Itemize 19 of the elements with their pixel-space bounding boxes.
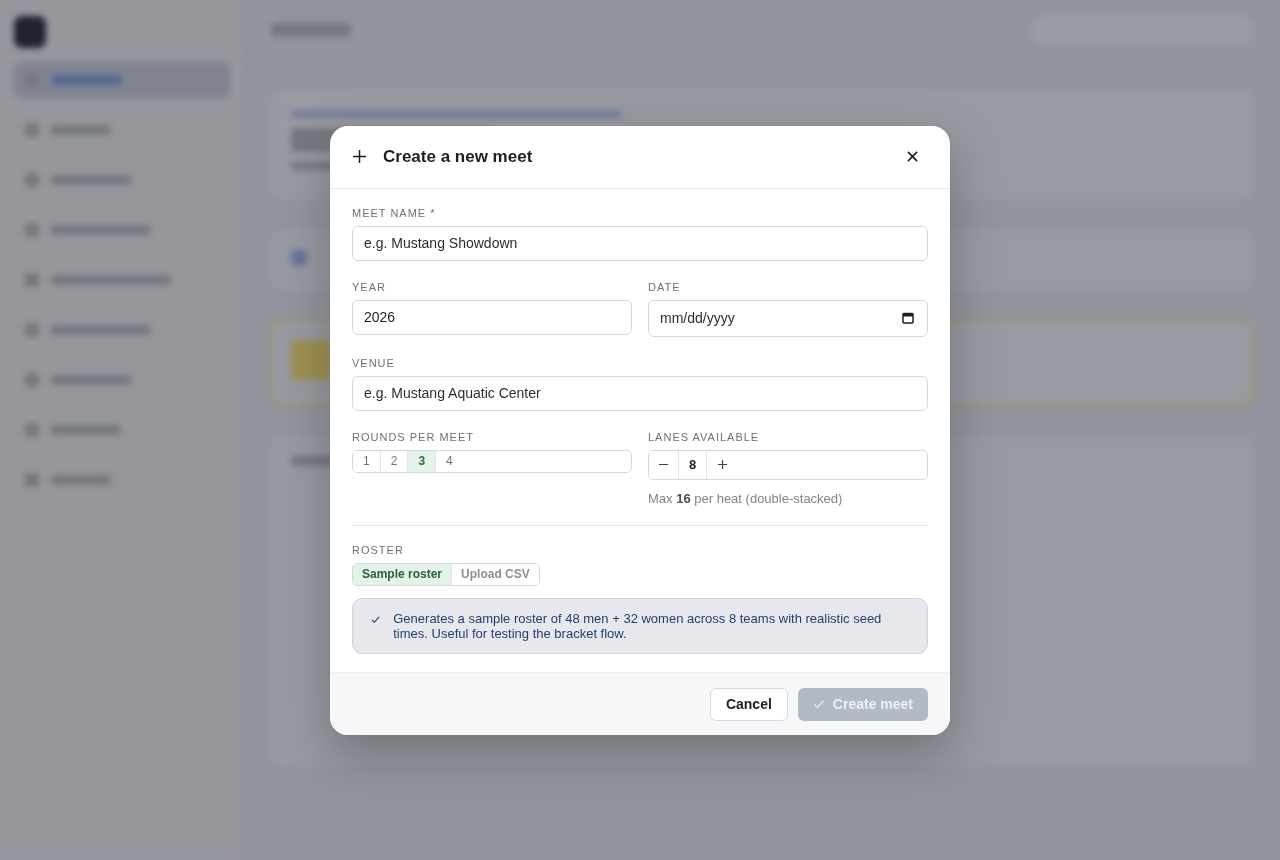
- date-field[interactable]: mm/dd/yyyy: [648, 299, 928, 337]
- lanes-hint: Max 16 per heat (double-stacked): [648, 490, 844, 506]
- rounds-option[interactable]: 3: [408, 450, 437, 472]
- roster-description: Generates a sample roster of 48 men + 32 women across 8 teams with realistic seed times. Useful for testing the bracket flow.: [393, 610, 883, 641]
- field-label: ROUNDS PER MEET: [352, 430, 475, 443]
- cancel-button[interactable]: Cancel: [709, 687, 788, 721]
- rounds-option[interactable]: 1: [353, 450, 381, 472]
- field-label: LANES AVAILABLE: [648, 430, 761, 443]
- field-label: YEAR: [352, 280, 387, 293]
- field-label: ROSTER: [352, 543, 405, 556]
- field-label: VENUE: [352, 356, 396, 369]
- field-label: DATE: [648, 280, 682, 293]
- meet-name-field[interactable]: e.g. Mustang Showdown: [352, 225, 928, 261]
- year-field[interactable]: 2026: [352, 299, 632, 335]
- dialog-title: Create a new meet: [383, 146, 534, 167]
- roster-tab[interactable]: Sample roster: [353, 563, 452, 585]
- venue-field[interactable]: e.g. Mustang Aquatic Center: [352, 375, 928, 411]
- field-label: MEET NAME *: [352, 206, 437, 219]
- roster-tab[interactable]: Upload CSV: [451, 563, 539, 585]
